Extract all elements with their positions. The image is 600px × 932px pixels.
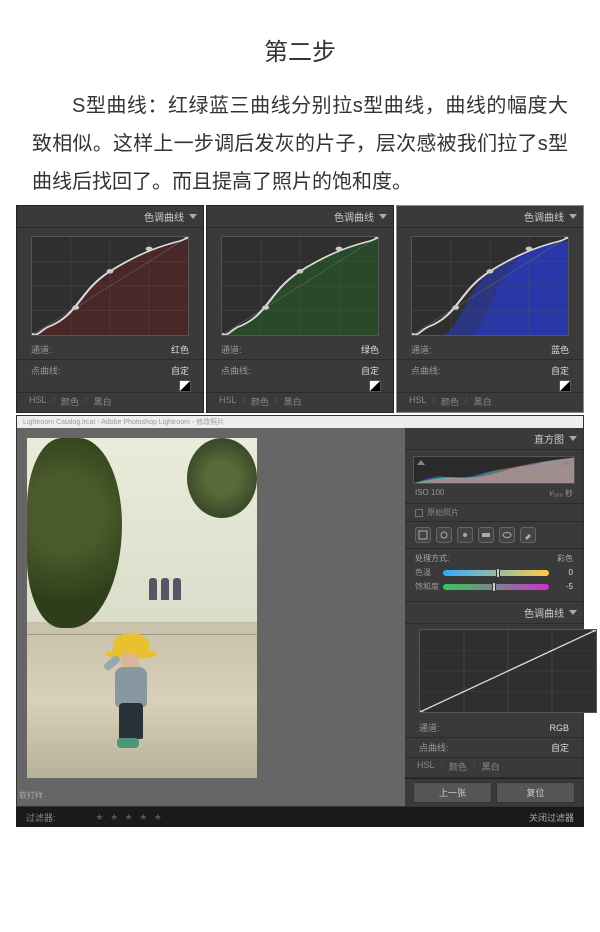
tint-slider[interactable] xyxy=(443,584,549,590)
close-filter-button[interactable]: 关闭过滤器 xyxy=(529,811,574,824)
tint-value: -5 xyxy=(553,582,573,591)
photo-canvas[interactable]: 软打样 xyxy=(17,428,405,806)
spot-tool-icon[interactable] xyxy=(436,527,452,543)
window-title: Lightroom Catalog.lrcat - Adobe Photosho… xyxy=(23,417,224,427)
shutter-value: ¹⁄₂₀₀ 秒 xyxy=(549,488,573,499)
chevron-down-icon[interactable] xyxy=(569,436,577,441)
tab-bw[interactable]: 黑白 xyxy=(474,395,492,408)
step-description: S型曲线：红绿蓝三曲线分别拉s型曲线，曲线的幅度大致相似。这样上一步调后发灰的片… xyxy=(0,87,600,201)
curve-mode-icon[interactable] xyxy=(559,380,571,392)
chevron-down-icon[interactable] xyxy=(569,610,577,615)
radial-tool-icon[interactable] xyxy=(499,527,515,543)
basic-panel: 处理方式: 彩色 色温 0 饱和度 -5 xyxy=(405,549,583,602)
tab-color[interactable]: 颜色 xyxy=(251,395,269,408)
tab-hsl[interactable]: HSL xyxy=(29,395,47,408)
chevron-down-icon[interactable] xyxy=(189,214,197,219)
chevron-down-icon[interactable] xyxy=(569,214,577,219)
checkbox-icon[interactable] xyxy=(415,509,423,517)
tab-hsl[interactable]: HSL xyxy=(417,760,435,773)
histogram[interactable] xyxy=(413,456,575,484)
channel-select[interactable]: 红色 xyxy=(171,343,189,356)
point-curve-label: 点曲线: xyxy=(411,364,441,377)
point-curve-select[interactable]: 自定 xyxy=(171,364,189,377)
curve-mode-icon[interactable] xyxy=(369,380,381,392)
window-titlebar: Lightroom Catalog.lrcat - Adobe Photosho… xyxy=(17,416,583,428)
temp-value: 0 xyxy=(553,568,573,577)
tab-hsl[interactable]: HSL xyxy=(219,395,237,408)
tab-color[interactable]: 颜色 xyxy=(449,760,467,773)
point-curve-select[interactable]: 自定 xyxy=(551,364,569,377)
redeye-tool-icon[interactable] xyxy=(457,527,473,543)
original-photo-label: 原始照片 xyxy=(427,507,459,518)
temp-label: 色温 xyxy=(415,567,439,578)
step-title: 第二步 xyxy=(0,32,600,67)
rating-filter[interactable]: ★ ★ ★ ★ ★ xyxy=(96,812,164,823)
tab-color[interactable]: 颜色 xyxy=(61,395,79,408)
filter-bar: 过滤器: ★ ★ ★ ★ ★ 关闭过滤器 xyxy=(16,807,584,827)
panel-header: 色调曲线 xyxy=(144,209,184,224)
point-curve-label: 点曲线: xyxy=(221,364,251,377)
point-curve-select[interactable]: 自定 xyxy=(361,364,379,377)
channel-select[interactable]: RGB xyxy=(549,723,569,733)
curve-graph-red[interactable] xyxy=(31,236,189,336)
tab-bw[interactable]: 黑白 xyxy=(482,760,500,773)
tab-color[interactable]: 颜色 xyxy=(441,395,459,408)
tone-curve-panel-main: 色调曲线 通道:RGB 点曲线:自定 HSL/颜色/黑白 xyxy=(405,602,583,778)
prev-button[interactable]: 上一张 xyxy=(413,782,492,803)
gradient-tool-icon[interactable] xyxy=(478,527,494,543)
tab-bw[interactable]: 黑白 xyxy=(284,395,302,408)
treatment-label: 处理方式: xyxy=(415,553,449,564)
channel-label: 通道: xyxy=(31,343,52,356)
channel-label: 通道: xyxy=(221,343,242,356)
treatment-value[interactable]: 彩色 xyxy=(557,553,573,564)
temp-slider[interactable] xyxy=(443,570,549,576)
channel-select[interactable]: 绿色 xyxy=(361,343,379,356)
lightroom-window: Lightroom Catalog.lrcat - Adobe Photosho… xyxy=(16,415,584,807)
tone-panel-blue: 色调曲线 通道:蓝色 点曲线:自定 HSL/颜色/黑白 xyxy=(396,205,584,413)
channel-label: 通道: xyxy=(419,721,440,734)
clip-shadows-icon[interactable] xyxy=(417,460,425,465)
channel-select[interactable]: 蓝色 xyxy=(551,343,569,356)
point-curve-select[interactable]: 自定 xyxy=(551,741,569,754)
tint-label: 饱和度 xyxy=(415,581,439,592)
chevron-down-icon[interactable] xyxy=(379,214,387,219)
reset-button[interactable]: 复位 xyxy=(496,782,575,803)
curve-mode-icon[interactable] xyxy=(179,380,191,392)
develop-panel: 直方图 ISO 100 ¹⁄₂₀₀ 秒 原始照片 xyxy=(405,428,583,806)
brush-tool-icon[interactable] xyxy=(520,527,536,543)
curve-graph-rgb[interactable] xyxy=(419,629,597,713)
tone-panel-green: 色调曲线 通道:绿色 点曲线:自定 HSL/颜色/黑白 xyxy=(206,205,394,413)
panel-header: 色调曲线 xyxy=(524,209,564,224)
panel-header: 色调曲线 xyxy=(524,605,564,620)
tone-panel-red: 色调曲线 通道:红色 点曲线:自定 HSL/ 颜色/ xyxy=(16,205,204,413)
panel-header: 色调曲线 xyxy=(334,209,374,224)
point-curve-label: 点曲线: xyxy=(419,741,449,754)
histogram-header: 直方图 xyxy=(534,431,564,446)
soft-proof-label[interactable]: 软打样 xyxy=(19,790,47,800)
tone-curve-panels: 色调曲线 通道:红色 点曲线:自定 HSL/ 颜色/ xyxy=(0,201,600,413)
clip-highlights-icon[interactable] xyxy=(563,460,571,465)
hsl-tabs: HSL/ 颜色/ 黑白 xyxy=(17,392,203,412)
crop-tool-icon[interactable] xyxy=(415,527,431,543)
channel-label: 通道: xyxy=(411,343,432,356)
tool-strip xyxy=(405,522,583,549)
curve-graph-green[interactable] xyxy=(221,236,379,336)
tab-bw[interactable]: 黑白 xyxy=(94,395,112,408)
preview-photo xyxy=(27,438,257,778)
filter-label: 过滤器: xyxy=(26,811,56,824)
curve-graph-blue[interactable] xyxy=(411,236,569,336)
tab-hsl[interactable]: HSL xyxy=(409,395,427,408)
iso-value: ISO 100 xyxy=(415,488,444,499)
point-curve-label: 点曲线: xyxy=(31,364,61,377)
